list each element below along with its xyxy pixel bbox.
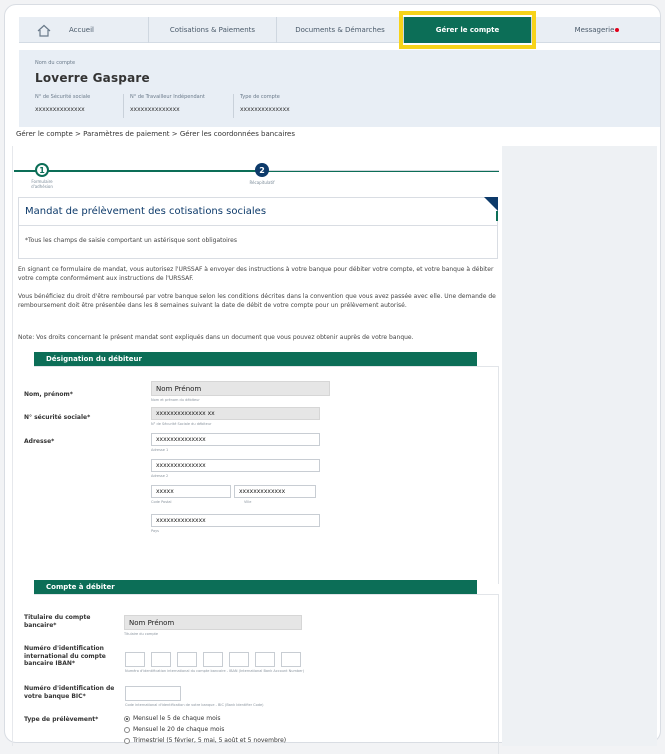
iban-input-7[interactable] — [281, 652, 301, 667]
holder-input[interactable]: Nom Prénom — [124, 615, 302, 630]
info-paragraph-3: Note: Vos droits concernant le présent m… — [18, 334, 414, 341]
ss-hint: N° de Sécurité Sociale du débiteur — [151, 422, 212, 426]
nav-cotisations[interactable]: Cotisations & Paiements — [149, 17, 277, 43]
account-field-value: xxxxxxxxxxxxxx — [130, 106, 180, 113]
step-2-circle: 2 — [255, 163, 269, 177]
radio-label: Trimestriel (5 février, 5 mai, 5 août et… — [133, 737, 287, 744]
iban-input-5[interactable] — [229, 652, 249, 667]
side-panel — [502, 146, 657, 746]
account-field-type: Type de compte xxxxxxxxxxxxxx — [233, 94, 290, 118]
info-paragraph-2: Vous bénéficiez du droit d'être rembours… — [18, 293, 496, 309]
mandatory-note: *Tous les champs de saisie comportant un… — [25, 237, 237, 244]
nav-home-label: Accueil — [69, 26, 94, 34]
corner-decoration — [484, 197, 498, 211]
radio-option-mensuel-20[interactable]: Mensuel le 20 de chaque mois — [124, 726, 224, 733]
account-field-label: N° de Sécurité sociale — [35, 94, 91, 100]
postal-hint: Code Postal — [151, 500, 172, 504]
iban-input-6[interactable] — [255, 652, 275, 667]
radio-label: Mensuel le 5 de chaque mois — [133, 715, 221, 722]
nav-documents[interactable]: Documents & Démarches — [277, 17, 404, 43]
radio-checked-icon[interactable] — [124, 715, 130, 722]
nav-gerer-label: Gérer le compte — [435, 26, 500, 34]
step-1-circle: 1 — [35, 163, 49, 177]
address-label: Adresse* — [24, 438, 55, 445]
ss-input[interactable]: xxxxxxxxxxxxxx xx — [151, 407, 320, 420]
city-input[interactable]: xxxxxxxxxxxxx — [234, 485, 316, 498]
stepper-track — [262, 170, 499, 171]
country-hint: Pays — [151, 529, 159, 533]
breadcrumb[interactable]: Gérer le compte > Paramètres de paiement… — [16, 130, 295, 138]
step-2-label: Récapitulatif — [249, 180, 275, 185]
divider — [19, 225, 497, 226]
account-caption: Nom du compte — [35, 60, 76, 66]
corner-decoration — [496, 211, 498, 221]
radio-option-trimestriel[interactable]: Trimestriel (5 février, 5 mai, 5 août et… — [124, 737, 286, 744]
ss-label: N° sécurité sociale* — [24, 414, 91, 421]
type-label: Type de prélèvement* — [24, 716, 99, 723]
holder-hint: Titulaire du compte — [124, 632, 159, 636]
bic-input[interactable] — [125, 686, 181, 701]
postal-input[interactable]: xxxxx — [151, 485, 231, 498]
account-field-ti: N° de Travailleur Indépendant xxxxxxxxxx… — [123, 94, 205, 118]
radio-unchecked-icon[interactable] — [124, 737, 130, 744]
iban-input-4[interactable] — [203, 652, 223, 667]
bic-hint: Code international d'identification de v… — [125, 703, 264, 707]
nav-gerer-compte[interactable]: Gérer le compte — [399, 11, 536, 49]
iban-input-2[interactable] — [151, 652, 171, 667]
radio-label: Mensuel le 20 de chaque mois — [133, 726, 225, 733]
section-debiteur — [34, 366, 499, 584]
radio-option-mensuel-5[interactable]: Mensuel le 5 de chaque mois — [124, 715, 221, 722]
name-hint: Nom et prénom du débiteur — [151, 398, 200, 402]
nav-messagerie-label: Messagerie — [574, 26, 615, 34]
section-debiteur-header: Désignation du débiteur — [34, 352, 477, 366]
radio-unchecked-icon[interactable] — [124, 726, 130, 733]
address2-hint: Adresse 2 — [151, 474, 169, 478]
divider — [12, 146, 13, 746]
nav-messagerie[interactable]: Messagerie — [532, 17, 660, 43]
home-icon — [37, 24, 51, 37]
account-name: Loverre Gaspare — [35, 71, 150, 85]
name-input[interactable]: Nom Prénom — [151, 381, 330, 396]
account-field-label: N° de Travailleur Indépendant — [130, 94, 205, 100]
iban-input-3[interactable] — [177, 652, 197, 667]
iban-input-1[interactable] — [125, 652, 145, 667]
country-input[interactable]: xxxxxxxxxxxxxx — [151, 514, 320, 527]
section-compte-header: Compte à débiter — [34, 580, 477, 594]
city-hint: Ville — [244, 500, 252, 504]
iban-label: Numéro d'identification international du… — [24, 645, 106, 667]
bic-label: Numéro d'identification de votre banque … — [24, 685, 115, 700]
step-1-label: Formulaire d'adhésion — [31, 179, 53, 189]
address1-input[interactable]: xxxxxxxxxxxxxx — [151, 433, 320, 446]
account-header: Nom du compte Loverre Gaspare N° de Sécu… — [19, 50, 660, 127]
info-paragraph-1: En signant ce formulaire de mandat, vous… — [18, 266, 494, 282]
account-field-label: Type de compte — [240, 94, 280, 100]
iban-hint: Numéro d'identification international du… — [125, 669, 305, 673]
mandate-title: Mandat de prélèvement des cotisations so… — [25, 206, 267, 217]
address2-input[interactable]: xxxxxxxxxxxxxx — [151, 459, 320, 472]
notification-dot-icon — [615, 28, 620, 32]
address1-hint: Adresse 1 — [151, 448, 169, 452]
account-field-value: xxxxxxxxxxxxxx — [240, 106, 290, 113]
nav-home[interactable]: Accueil — [19, 17, 149, 43]
account-field-ss: N° de Sécurité sociale xxxxxxxxxxxxxx — [35, 94, 90, 118]
mandate-card: Mandat de prélèvement des cotisations so… — [18, 197, 498, 259]
account-field-value: xxxxxxxxxxxxxx — [35, 106, 85, 113]
holder-label: Titulaire du compte bancaire* — [24, 614, 91, 629]
name-label: Nom, prénom* — [24, 391, 73, 398]
top-nav: Accueil Cotisations & Paiements Document… — [19, 11, 660, 49]
